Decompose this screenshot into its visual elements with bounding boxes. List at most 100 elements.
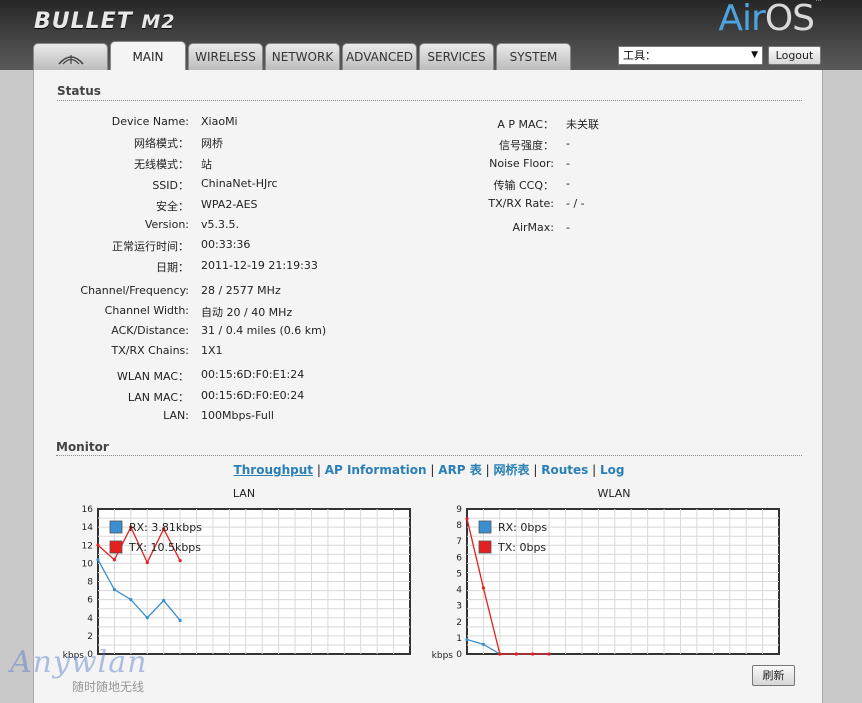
monitor-link-log[interactable]: Log (600, 463, 624, 477)
status-value-channel-width: 自动 20 / 40 MHz (201, 306, 293, 319)
monitor-section-title: Monitor (56, 440, 109, 454)
tab-wireless[interactable]: WIRELESS (188, 43, 263, 70)
status-value-lan: 100Mbps-Full (201, 409, 274, 422)
wlan-legend-swatch (478, 540, 492, 554)
status-value-noise-floor: - (566, 157, 570, 170)
lan-data-point (96, 543, 100, 547)
ubiquiti-logo-icon (57, 48, 85, 67)
wlan-y-tick-label: 0 (456, 650, 462, 660)
lan-y-tick-label: 4 (87, 614, 93, 624)
tab-advanced[interactable]: ADVANCED (342, 43, 417, 70)
tab-network[interactable]: NETWORK (265, 43, 340, 70)
lan-y-tick-label: 10 (82, 559, 94, 569)
chevron-down-icon: ▼ (751, 50, 758, 60)
status-value-version: v5.3.5. (201, 218, 239, 231)
product-logo: BULLET M2 (34, 9, 176, 34)
status-label-wlan-mac: WLAN MAC： (116, 370, 189, 383)
wlan-legend-label: TX: 0bps (497, 541, 546, 554)
tab-services[interactable]: SERVICES (419, 43, 494, 70)
monitor-link-separator: | (316, 463, 321, 477)
lan-y-tick-label: 2 (87, 632, 93, 642)
main-panel: Status Device Name: XiaoMi 网络模式： 网桥 无线模式… (33, 70, 823, 703)
lan-legend-label: RX: 3.81kbps (129, 521, 202, 534)
status-label-ack-distance: ACK/Distance: (111, 324, 189, 337)
status-value-txrx-chains: 1X1 (201, 344, 223, 357)
status-value-uptime: 00:33:36 (201, 238, 251, 251)
status-label-channel-width: Channel Width: (104, 304, 189, 317)
status-label-lan-mac: LAN MAC： (127, 391, 189, 404)
wlan-data-point (465, 517, 469, 521)
wlan-y-tick-label: 2 (456, 618, 462, 628)
status-label-ap-mac: A P MAC： (497, 118, 554, 131)
lan-legend-swatch (109, 520, 123, 534)
refresh-button[interactable]: 刷新 (752, 665, 795, 686)
lan-data-point (145, 560, 149, 565)
lan-data-point (162, 598, 166, 603)
wlan-data-point (498, 652, 502, 656)
lan-data-point (112, 588, 117, 592)
lan-data-point (178, 618, 182, 623)
status-label-noise-floor: Noise Floor: (489, 157, 554, 170)
wlan-data-point (465, 637, 469, 642)
status-label-txrx-rate: TX/RX Rate: (488, 197, 554, 210)
monitor-link-separator: | (592, 463, 597, 477)
status-label-signal-strength: 信号强度： (499, 139, 554, 152)
status-label-airmax: AirMax: (512, 221, 554, 234)
monitor-divider (56, 455, 802, 456)
monitor-link-ap-information[interactable]: AP Information (325, 463, 427, 477)
status-value-wireless-mode: 站 (201, 158, 212, 171)
tab-main[interactable]: MAIN (110, 41, 186, 70)
status-value-airmax: - (566, 221, 570, 234)
tools-dropdown[interactable]: 工具： ▼ (618, 46, 763, 65)
status-section-title: Status (57, 84, 101, 98)
lan-y-tick-label: 6 (87, 596, 93, 606)
wlan-data-point (547, 652, 551, 656)
monitor-link-throughput[interactable]: Throughput (234, 463, 313, 477)
monitor-nav: Throughput | AP Information | ARP 表 | 网桥… (34, 461, 824, 478)
status-label-uptime: 正常运行时间： (112, 240, 189, 253)
lan-chart-title: LAN (232, 487, 256, 500)
wlan-y-tick-label: 6 (456, 553, 462, 563)
lan-throughput-chart: 0246810121416kbpsRX: 3.81kbpsTX: 10.5kbp… (63, 505, 411, 661)
wlan-y-tick-label: 8 (456, 521, 462, 531)
status-label-channel-frequency: Channel/Frequency: (80, 284, 189, 297)
monitor-link-arp-table[interactable]: ARP 表 (438, 463, 482, 477)
wlan-chart-title: WLAN (597, 487, 631, 500)
wlan-y-tick-label: 1 (456, 634, 462, 644)
wlan-y-tick-label: 4 (456, 586, 462, 596)
status-label-device-name: Device Name: (111, 115, 189, 128)
wlan-y-axis-label: kbps (432, 651, 454, 661)
status-label-ccq: 传输 CCQ： (493, 179, 554, 192)
watermark-main-text: Anywlan (10, 645, 148, 680)
brand-name: BULLET (34, 9, 133, 34)
status-label-version: Version: (144, 218, 189, 231)
status-label-wireless-mode: 无线模式： (134, 158, 189, 171)
logout-button[interactable]: Logout (768, 46, 821, 65)
status-value-ccq: - (566, 177, 570, 190)
status-label-date: 日期： (156, 261, 189, 274)
status-label-security: 安全： (156, 200, 189, 213)
lan-y-tick-label: 14 (82, 523, 94, 533)
monitor-link-bridge-table[interactable]: 网桥表 (494, 463, 530, 477)
monitor-link-separator: | (485, 463, 490, 477)
status-value-txrx-rate: - / - (566, 197, 585, 210)
monitor-link-separator: | (430, 463, 435, 477)
wlan-data-point (531, 652, 535, 656)
tab-system[interactable]: SYSTEM (496, 43, 571, 70)
wlan-y-tick-label: 9 (456, 505, 462, 515)
airos-logo: AirOS™ (718, 0, 823, 39)
status-value-channel-frequency: 28 / 2577 MHz (201, 284, 281, 297)
tab-ubiquiti-home[interactable] (33, 43, 108, 70)
status-label-txrx-chains: TX/RX Chains: (111, 344, 190, 357)
wlan-data-point (514, 652, 518, 656)
status-value-wlan-mac: 00:15:6D:F0:E1:24 (201, 368, 305, 381)
status-label-lan: LAN: (163, 409, 189, 422)
anywlan-watermark: Anywlan 随时随地无线 (10, 648, 147, 695)
monitor-link-routes[interactable]: Routes (541, 463, 588, 477)
wlan-data-point (481, 642, 486, 646)
wlan-data-point (481, 586, 486, 590)
status-value-ssid: ChinaNet-HJrc (201, 177, 278, 190)
status-value-date: 2011-12-19 21:19:33 (201, 259, 318, 272)
status-value-security: WPA2-AES (201, 198, 258, 211)
status-value-device-name: XiaoMi (201, 115, 238, 128)
